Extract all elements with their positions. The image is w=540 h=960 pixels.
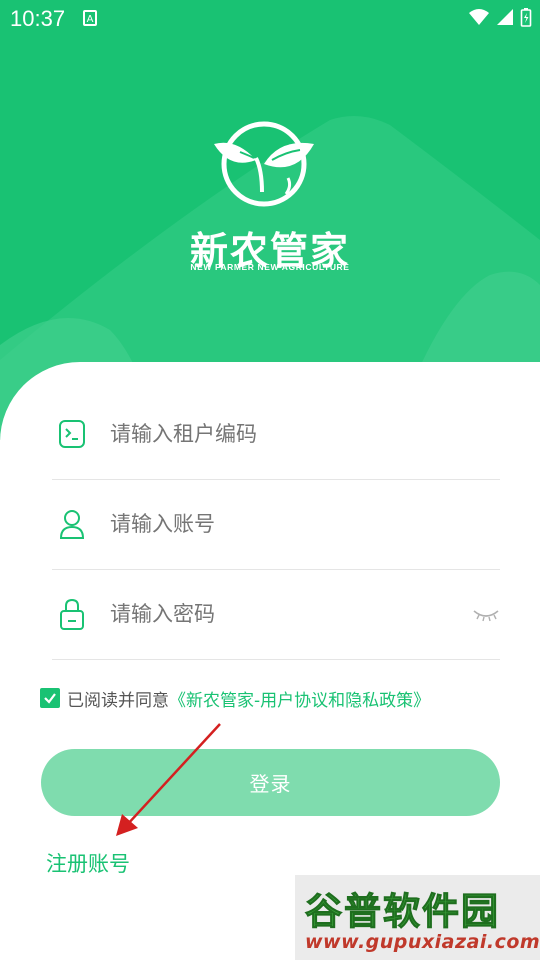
agreement-text: 已阅读并同意 xyxy=(67,690,169,711)
app-tagline: NEW FARMER NEW AGRICULTURE xyxy=(190,262,350,272)
tenant-code-field xyxy=(52,389,500,480)
account-field xyxy=(52,479,500,570)
eye-closed-icon[interactable] xyxy=(472,605,500,625)
battery-icon xyxy=(520,8,532,27)
status-bar: 10:37 A xyxy=(0,0,540,36)
agreement-checkbox[interactable] xyxy=(40,688,60,708)
password-input[interactable] xyxy=(110,599,450,629)
lock-icon xyxy=(60,598,84,630)
terminal-icon xyxy=(59,420,85,448)
signal-icon xyxy=(497,9,513,25)
agreement-row: 已阅读并同意 《新农管家-用户协议和隐私政策》 xyxy=(40,686,430,711)
account-input[interactable] xyxy=(110,509,450,539)
wifi-icon xyxy=(469,9,489,25)
user-icon xyxy=(59,510,85,539)
agreement-link[interactable]: 《新农管家-用户协议和隐私政策》 xyxy=(169,686,430,711)
password-field xyxy=(52,569,500,660)
a-badge-icon: A xyxy=(83,10,97,26)
status-icons xyxy=(468,7,532,27)
tenant-code-input[interactable] xyxy=(110,419,450,449)
watermark-title: 谷普软件园 xyxy=(305,890,500,934)
register-link[interactable]: 注册账号 xyxy=(46,848,130,878)
login-button[interactable]: 登录 xyxy=(41,749,500,816)
sprout-leaf-logo xyxy=(214,121,314,207)
watermark-url: www.gupuxiazai.com xyxy=(305,931,540,953)
status-time: 10:37 xyxy=(10,6,66,31)
checkmark-icon xyxy=(44,693,56,704)
watermark: 谷普软件园 www.gupuxiazai.com xyxy=(295,875,540,960)
